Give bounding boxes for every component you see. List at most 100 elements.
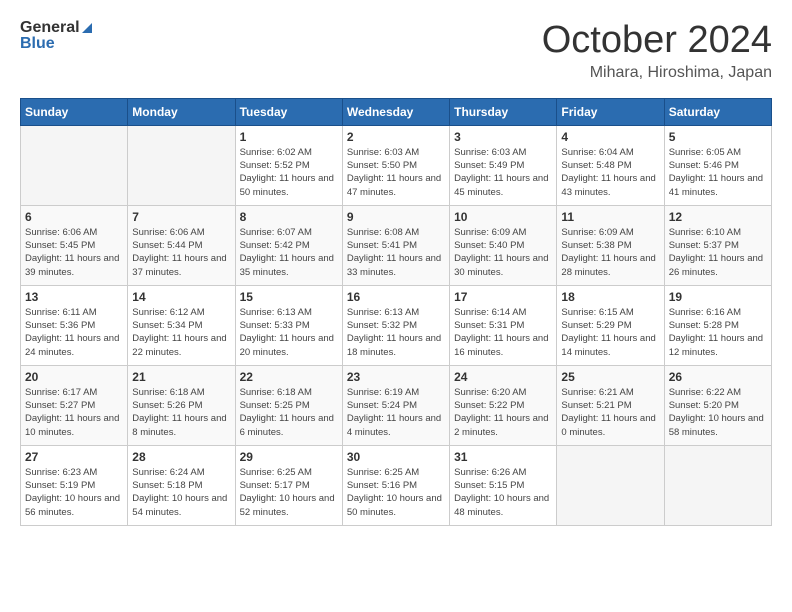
day-number: 29: [240, 450, 338, 464]
day-info: Sunrise: 6:10 AM Sunset: 5:37 PM Dayligh…: [669, 226, 767, 279]
day-number: 24: [454, 370, 552, 384]
day-number: 16: [347, 290, 445, 304]
calendar-cell: 4Sunrise: 6:04 AM Sunset: 5:48 PM Daylig…: [557, 125, 664, 205]
page-header: General Blue October 2024 Mihara, Hirosh…: [20, 20, 772, 82]
calendar-cell: [128, 125, 235, 205]
day-info: Sunrise: 6:26 AM Sunset: 5:15 PM Dayligh…: [454, 466, 552, 519]
calendar-week-5: 27 Sunrise: 6:23 AM Sunset: 5:19 PM Dayli…: [21, 445, 772, 525]
day-info: Sunrise: 6:11 AM Sunset: 5:36 PM Dayligh…: [25, 306, 123, 359]
day-info: Sunrise: 6:07 AM Sunset: 5:42 PM Dayligh…: [240, 226, 338, 279]
calendar-week-2: 6 Sunrise: 6:06 AM Sunset: 5:45 PM Daylig…: [21, 205, 772, 285]
day-info: Sunrise: 6:20 AM Sunset: 5:22 PM Dayligh…: [454, 386, 552, 439]
day-number: 14: [132, 290, 230, 304]
day-info: Sunrise: 6:06 AM Sunset: 5:45 PM Dayligh…: [25, 226, 123, 279]
logo-wrapper: General Blue: [20, 20, 92, 52]
calendar-cell: 24 Sunrise: 6:20 AM Sunset: 5:22 PM Dayli…: [450, 365, 557, 445]
calendar-body: 1 Sunrise: 6:02 AM Sunset: 5:52 PM Daylig…: [21, 125, 772, 525]
day-info: Sunrise: 6:09 AM Sunset: 5:38 PM Dayligh…: [561, 226, 659, 279]
day-number: 7: [132, 210, 230, 224]
day-number: 19: [669, 290, 767, 304]
day-info: Sunrise: 6:25 AM Sunset: 5:16 PM Dayligh…: [347, 466, 445, 519]
calendar-week-1: 1 Sunrise: 6:02 AM Sunset: 5:52 PM Daylig…: [21, 125, 772, 205]
calendar-cell: 20 Sunrise: 6:17 AM Sunset: 5:27 PM Dayli…: [21, 365, 128, 445]
day-number: 27: [25, 450, 123, 464]
day-number: 23: [347, 370, 445, 384]
header-day-saturday: Saturday: [664, 98, 771, 125]
day-info: Sunrise: 6:13 AM Sunset: 5:32 PM Dayligh…: [347, 306, 445, 359]
header-day-tuesday: Tuesday: [235, 98, 342, 125]
calendar-cell: 10 Sunrise: 6:09 AM Sunset: 5:40 PM Dayli…: [450, 205, 557, 285]
day-info: Sunrise: 6:02 AM Sunset: 5:52 PM Dayligh…: [240, 146, 338, 199]
day-info: Sunrise: 6:05 AM Sunset: 5:46 PM Dayligh…: [669, 146, 767, 199]
calendar-cell: 12 Sunrise: 6:10 AM Sunset: 5:37 PM Dayli…: [664, 205, 771, 285]
calendar-cell: 1 Sunrise: 6:02 AM Sunset: 5:52 PM Daylig…: [235, 125, 342, 205]
calendar-cell: 23Sunrise: 6:19 AM Sunset: 5:24 PM Dayli…: [342, 365, 449, 445]
day-number: 30: [347, 450, 445, 464]
day-info: Sunrise: 6:04 AM Sunset: 5:48 PM Dayligh…: [561, 146, 659, 199]
day-info: Sunrise: 6:09 AM Sunset: 5:40 PM Dayligh…: [454, 226, 552, 279]
logo-bird-icon: [82, 23, 92, 33]
day-number: 22: [240, 370, 338, 384]
calendar-cell: 22 Sunrise: 6:18 AM Sunset: 5:25 PM Dayli…: [235, 365, 342, 445]
calendar-cell: 25Sunrise: 6:21 AM Sunset: 5:21 PM Dayli…: [557, 365, 664, 445]
calendar-cell: 30 Sunrise: 6:25 AM Sunset: 5:16 PM Dayli…: [342, 445, 449, 525]
day-number: 6: [25, 210, 123, 224]
location-title: Mihara, Hiroshima, Japan: [542, 64, 772, 82]
day-info: Sunrise: 6:12 AM Sunset: 5:34 PM Dayligh…: [132, 306, 230, 359]
day-number: 10: [454, 210, 552, 224]
day-info: Sunrise: 6:22 AM Sunset: 5:20 PM Dayligh…: [669, 386, 767, 439]
calendar-cell: 31 Sunrise: 6:26 AM Sunset: 5:15 PM Dayli…: [450, 445, 557, 525]
day-info: Sunrise: 6:18 AM Sunset: 5:26 PM Dayligh…: [132, 386, 230, 439]
day-number: 31: [454, 450, 552, 464]
day-info: Sunrise: 6:06 AM Sunset: 5:44 PM Dayligh…: [132, 226, 230, 279]
day-number: 18: [561, 290, 659, 304]
day-number: 5: [669, 130, 767, 144]
header-day-thursday: Thursday: [450, 98, 557, 125]
day-info: Sunrise: 6:17 AM Sunset: 5:27 PM Dayligh…: [25, 386, 123, 439]
calendar-cell: 3Sunrise: 6:03 AM Sunset: 5:49 PM Daylig…: [450, 125, 557, 205]
day-number: 1: [240, 130, 338, 144]
calendar-week-3: 13 Sunrise: 6:11 AM Sunset: 5:36 PM Dayli…: [21, 285, 772, 365]
logo-blue: Blue: [20, 35, 55, 52]
header-day-monday: Monday: [128, 98, 235, 125]
calendar-cell: 7 Sunrise: 6:06 AM Sunset: 5:44 PM Daylig…: [128, 205, 235, 285]
day-number: 9: [347, 210, 445, 224]
day-number: 26: [669, 370, 767, 384]
calendar-cell: [557, 445, 664, 525]
calendar-cell: 18Sunrise: 6:15 AM Sunset: 5:29 PM Dayli…: [557, 285, 664, 365]
calendar-header: SundayMondayTuesdayWednesdayThursdayFrid…: [21, 98, 772, 125]
day-number: 2: [347, 130, 445, 144]
calendar-cell: 19 Sunrise: 6:16 AM Sunset: 5:28 PM Dayli…: [664, 285, 771, 365]
day-info: Sunrise: 6:25 AM Sunset: 5:17 PM Dayligh…: [240, 466, 338, 519]
day-number: 20: [25, 370, 123, 384]
calendar-cell: 8 Sunrise: 6:07 AM Sunset: 5:42 PM Daylig…: [235, 205, 342, 285]
day-info: Sunrise: 6:14 AM Sunset: 5:31 PM Dayligh…: [454, 306, 552, 359]
calendar-cell: 29 Sunrise: 6:25 AM Sunset: 5:17 PM Dayli…: [235, 445, 342, 525]
calendar-cell: 17 Sunrise: 6:14 AM Sunset: 5:31 PM Dayli…: [450, 285, 557, 365]
day-info: Sunrise: 6:13 AM Sunset: 5:33 PM Dayligh…: [240, 306, 338, 359]
day-info: Sunrise: 6:16 AM Sunset: 5:28 PM Dayligh…: [669, 306, 767, 359]
logo-text: General Blue: [20, 20, 92, 52]
header-day-sunday: Sunday: [21, 98, 128, 125]
calendar-cell: 5 Sunrise: 6:05 AM Sunset: 5:46 PM Daylig…: [664, 125, 771, 205]
calendar-cell: 13 Sunrise: 6:11 AM Sunset: 5:36 PM Dayli…: [21, 285, 128, 365]
header-day-friday: Friday: [557, 98, 664, 125]
calendar-cell: 28Sunrise: 6:24 AM Sunset: 5:18 PM Dayli…: [128, 445, 235, 525]
logo-general: General: [20, 19, 80, 36]
calendar-cell: 14 Sunrise: 6:12 AM Sunset: 5:34 PM Dayli…: [128, 285, 235, 365]
calendar-cell: [21, 125, 128, 205]
day-number: 11: [561, 210, 659, 224]
day-number: 17: [454, 290, 552, 304]
calendar-cell: 6 Sunrise: 6:06 AM Sunset: 5:45 PM Daylig…: [21, 205, 128, 285]
day-info: Sunrise: 6:23 AM Sunset: 5:19 PM Dayligh…: [25, 466, 123, 519]
day-number: 8: [240, 210, 338, 224]
calendar-cell: 16 Sunrise: 6:13 AM Sunset: 5:32 PM Dayli…: [342, 285, 449, 365]
calendar-cell: 21Sunrise: 6:18 AM Sunset: 5:26 PM Dayli…: [128, 365, 235, 445]
day-info: Sunrise: 6:08 AM Sunset: 5:41 PM Dayligh…: [347, 226, 445, 279]
calendar-cell: 15Sunrise: 6:13 AM Sunset: 5:33 PM Dayli…: [235, 285, 342, 365]
day-number: 12: [669, 210, 767, 224]
day-number: 13: [25, 290, 123, 304]
day-info: Sunrise: 6:18 AM Sunset: 5:25 PM Dayligh…: [240, 386, 338, 439]
day-number: 28: [132, 450, 230, 464]
day-info: Sunrise: 6:03 AM Sunset: 5:49 PM Dayligh…: [454, 146, 552, 199]
